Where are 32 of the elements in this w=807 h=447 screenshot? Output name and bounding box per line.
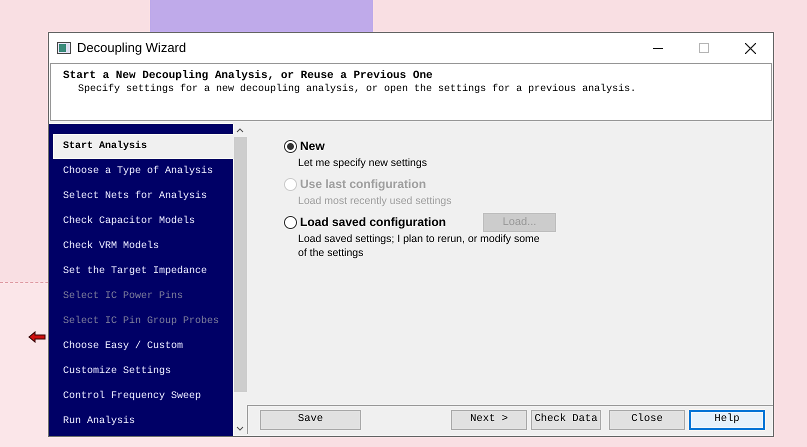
option-description: Let me specify new settings — [297, 156, 428, 170]
step-item[interactable]: Set the Target Impedance — [53, 259, 233, 284]
scrollbar-thumb[interactable] — [234, 137, 246, 392]
footer-button[interactable]: Next > — [451, 410, 527, 430]
step-item[interactable]: Select Nets for Analysis — [53, 184, 233, 209]
step-item[interactable]: Start Analysis — [53, 134, 233, 159]
option-label[interactable]: New — [300, 137, 480, 155]
arrow-icon — [28, 331, 46, 343]
header-subtitle: Specify settings for a new decoupling analysis, or open the settings for a previous analysis. — [77, 83, 638, 97]
step-item[interactable]: Choose Easy / Custom — [53, 334, 233, 359]
footer-button[interactable]: Close — [609, 410, 685, 430]
option-label[interactable]: Load saved configuration — [300, 213, 480, 231]
step-item[interactable]: Control Frequency Sweep — [53, 384, 233, 409]
option-description: Load saved settings; I plan to rerun, or modify some of the settings — [297, 232, 541, 260]
scroll-up-icon — [236, 128, 244, 133]
step-item[interactable]: Check VRM Models — [53, 234, 233, 259]
scroll-down-icon — [236, 426, 244, 431]
step-item[interactable]: Run Analysis — [53, 409, 233, 434]
footer-button[interactable]: Check Data — [531, 410, 601, 430]
step-item[interactable]: Choose a Type of Analysis — [53, 159, 233, 184]
step-item[interactable]: Check Capacitor Models — [53, 209, 233, 234]
footer-button[interactable]: Save — [260, 410, 361, 430]
step-item[interactable]: Customize Settings — [53, 359, 233, 384]
option-description: Load most recently used settings — [297, 194, 453, 208]
header-title: Start a New Decoupling Analysis, or Reuse a Previous One — [63, 69, 434, 83]
maximize-icon — [699, 43, 709, 53]
close-icon — [744, 42, 756, 54]
app-icon — [57, 42, 71, 54]
radio-button[interactable] — [284, 216, 297, 228]
footer-button[interactable]: Help — [689, 410, 765, 430]
window-title: Decoupling Wizard — [77, 39, 186, 58]
radio-button[interactable] — [284, 140, 297, 152]
